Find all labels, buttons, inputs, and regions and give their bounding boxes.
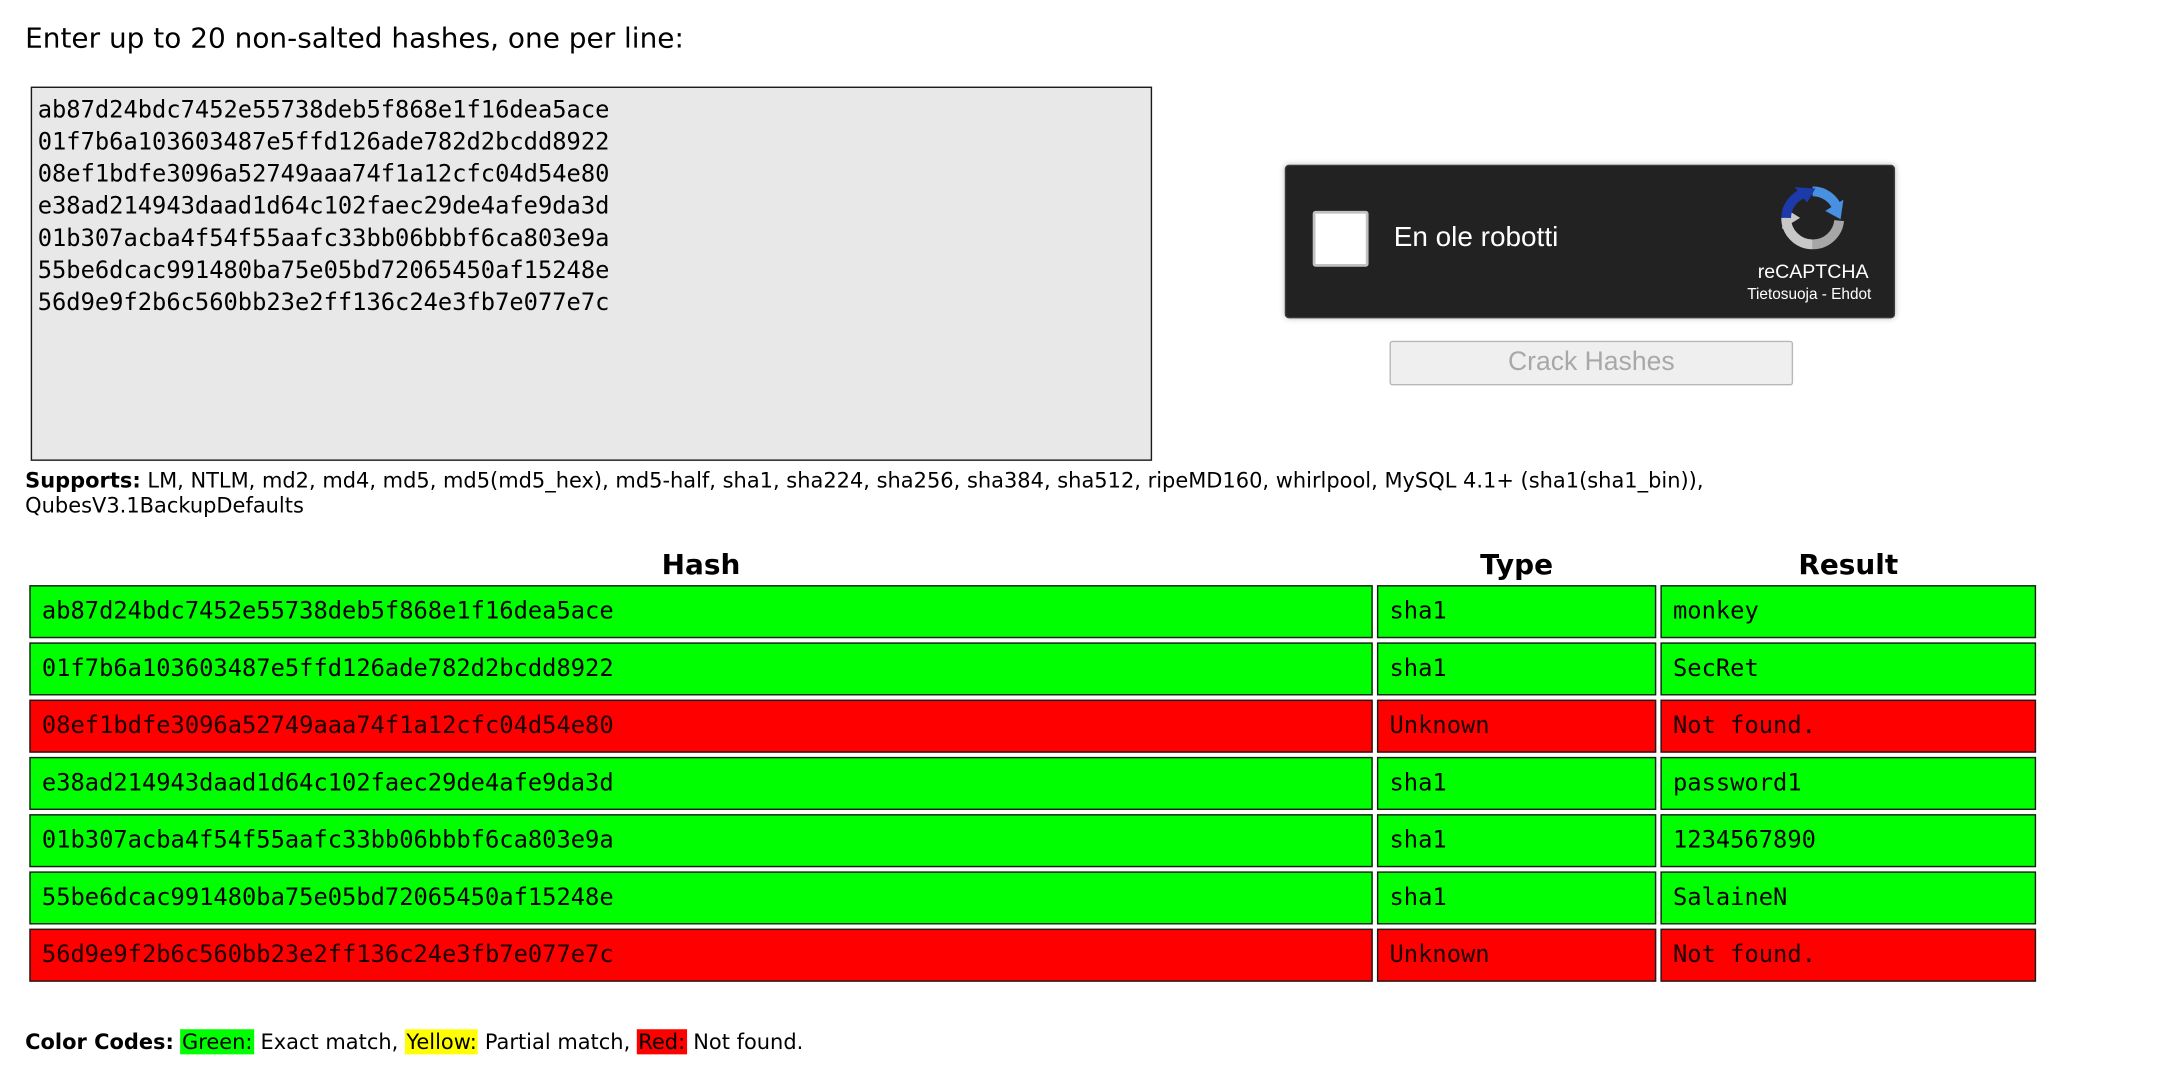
results-table: Hash Type Result ab87d24bdc7452e55738deb…	[25, 542, 2040, 986]
results-header-row: Hash Type Result	[29, 546, 2036, 581]
legend-red-text: Not found.	[686, 1029, 804, 1055]
recaptcha-links-separator: -	[1817, 286, 1832, 304]
legend-yellow-text: Partial match,	[478, 1029, 637, 1055]
type-cell: sha1	[1376, 871, 1657, 925]
type-cell: sha1	[1376, 814, 1657, 868]
result-row: 55be6dcac991480ba75e05bd72065450af15248e…	[29, 871, 2037, 925]
result-row: e38ad214943daad1d64c102faec29de4afe9da3d…	[29, 756, 2037, 810]
recaptcha-label: En ole robotti	[1393, 222, 1559, 253]
instructions-text: Enter up to 20 non-salted hashes, one pe…	[25, 20, 684, 55]
hash-cell: 55be6dcac991480ba75e05bd72065450af15248e	[29, 871, 1373, 925]
color-codes-legend: Color Codes: Green: Exact match, Yellow:…	[25, 1029, 803, 1054]
supported-algorithms: Supports: LM, NTLM, md2, md4, md5, md5(m…	[25, 468, 1826, 518]
recaptcha-privacy-link[interactable]: Tietosuoja	[1747, 286, 1817, 303]
type-cell: sha1	[1376, 642, 1657, 696]
result-cell: Not found.	[1660, 699, 2037, 753]
result-row: 01b307acba4f54f55aafc33bb06bbbf6ca803e9a…	[29, 814, 2037, 868]
result-cell: 1234567890	[1660, 814, 2037, 868]
hashes-input[interactable]: ab87d24bdc7452e55738deb5f868e1f16dea5ace…	[30, 86, 1153, 461]
result-cell: password1	[1660, 756, 2037, 810]
type-cell: sha1	[1376, 756, 1657, 810]
recaptcha-links: Tietosuoja - Ehdot	[1747, 286, 1871, 303]
recaptcha-logo-icon	[1781, 186, 1845, 250]
hash-cell: e38ad214943daad1d64c102faec29de4afe9da3d	[29, 756, 1373, 810]
result-cell: Not found.	[1660, 928, 2037, 982]
type-cell: Unknown	[1376, 928, 1657, 982]
result-cell: SecRet	[1660, 642, 2037, 696]
legend-green-swatch: Green:	[180, 1029, 254, 1055]
result-cell: SalaineN	[1660, 871, 2037, 925]
type-cell: sha1	[1376, 585, 1657, 639]
legend-yellow-swatch: Yellow:	[404, 1029, 479, 1055]
type-cell: Unknown	[1376, 699, 1657, 753]
results-body: ab87d24bdc7452e55738deb5f868e1f16dea5ace…	[29, 585, 2037, 982]
result-row: 56d9e9f2b6c560bb23e2ff136c24e3fb7e077e7c…	[29, 928, 2037, 982]
result-row: 08ef1bdfe3096a52749aaa74f1a12cfc04d54e80…	[29, 699, 2037, 753]
supports-label: Supports:	[25, 467, 141, 493]
result-row: 01f7b6a103603487e5ffd126ade782d2bcdd8922…	[29, 642, 2037, 696]
hash-cell: 56d9e9f2b6c560bb23e2ff136c24e3fb7e077e7c	[29, 928, 1373, 982]
hash-column-header: Hash	[661, 546, 741, 581]
result-column-header: Result	[1798, 546, 1899, 581]
supports-list: LM, NTLM, md2, md4, md5, md5(md5_hex), m…	[25, 467, 1704, 519]
hash-cell: ab87d24bdc7452e55738deb5f868e1f16dea5ace	[29, 585, 1373, 639]
hash-cell: 01f7b6a103603487e5ffd126ade782d2bcdd8922	[29, 642, 1373, 696]
result-cell: monkey	[1660, 585, 2037, 639]
result-row: ab87d24bdc7452e55738deb5f868e1f16dea5ace…	[29, 585, 2037, 639]
legend-green-text: Exact match,	[253, 1029, 405, 1055]
recaptcha-checkbox[interactable]	[1312, 210, 1369, 267]
crack-hashes-button[interactable]: Crack Hashes	[1389, 340, 1794, 386]
recaptcha-widget: En ole robotti reCAPTCHA Tietosuoja - Eh…	[1284, 164, 1896, 319]
legend-label: Color Codes:	[25, 1029, 174, 1055]
hash-cell: 01b307acba4f54f55aafc33bb06bbbf6ca803e9a	[29, 814, 1373, 868]
hash-cell: 08ef1bdfe3096a52749aaa74f1a12cfc04d54e80	[29, 699, 1373, 753]
legend-red-swatch: Red:	[636, 1029, 687, 1055]
recaptcha-terms-link[interactable]: Ehdot	[1831, 286, 1871, 303]
page: Enter up to 20 non-salted hashes, one pe…	[0, 0, 2172, 1067]
type-column-header: Type	[1480, 546, 1554, 581]
recaptcha-brand: reCAPTCHA	[1757, 259, 1869, 283]
